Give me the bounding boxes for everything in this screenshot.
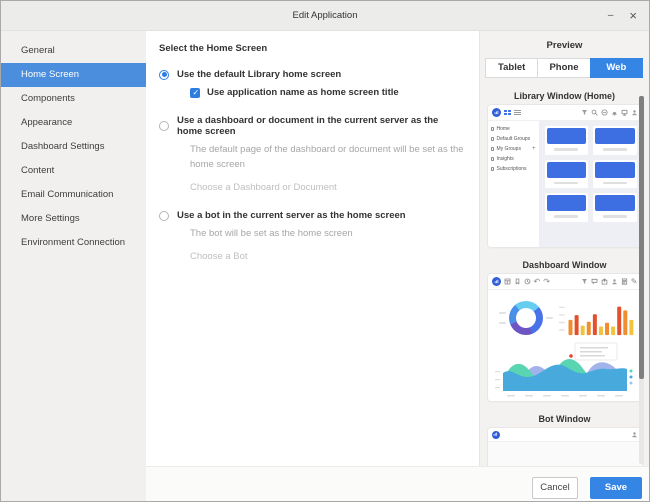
library-card [593,193,637,222]
library-window-label: Library Window (Home) [480,91,649,101]
checkbox-app-name-title[interactable] [190,88,200,98]
add-group-icon: + [532,146,536,152]
sidebar-item-home-screen[interactable]: Home Screen [1,63,146,87]
dashboard-toolbar: ↶ ↷ ✎ [488,274,642,290]
bot-window-label: Bot Window [480,414,649,424]
default-groups-icon [491,137,495,141]
minimize-icon[interactable]: – [608,11,614,21]
account-icon [601,109,608,116]
user-icon [611,278,618,285]
search-icon [591,109,598,116]
library-sidebar-subscriptions: Subscriptions [488,164,539,174]
table-icon [504,278,511,285]
library-sidebar-home: Home [488,124,539,134]
checkbox-app-name-title-label[interactable]: Use application name as home screen titl… [207,87,399,98]
settings-nav: General Home Screen Components Appearanc… [1,31,146,501]
close-icon[interactable]: × [629,9,637,22]
export-icon [601,278,608,285]
sidebar-item-appearance[interactable]: Appearance [1,111,146,135]
dashboard-logo [492,277,501,286]
sidebar-item-environment-connection[interactable]: Environment Connection [1,231,146,255]
library-card [593,126,637,155]
scrollbar-thumb[interactable] [639,96,644,379]
redo-icon: ↷ [543,278,550,285]
radio-bot-home[interactable] [159,211,169,221]
tab-phone[interactable]: Phone [537,58,590,78]
choose-bot-link[interactable]: Choose a Bot [190,251,465,262]
library-card [545,160,589,189]
my-groups-icon [491,147,495,151]
preview-panel: Preview Tablet Phone Web Library Window … [479,31,649,466]
list-view-icon [514,109,521,116]
save-button[interactable]: Save [590,477,642,499]
preview-title: Preview [480,40,649,51]
home-icon [491,127,495,131]
radio-bot-home-label[interactable]: Use a bot in the current server as the h… [177,210,406,221]
preview-scrollbar[interactable] [639,96,644,464]
comment-icon [591,278,598,285]
filter-icon [581,278,588,285]
tab-tablet[interactable]: Tablet [485,58,538,78]
library-sidebar-insights: Insights [488,154,539,164]
bar-chart [559,297,637,339]
radio-default-library-label[interactable]: Use the default Library home screen [177,69,341,80]
library-card [593,160,637,189]
tab-web[interactable]: Web [590,58,643,78]
library-card [545,126,589,155]
device-icon [621,109,628,116]
donut-chart [509,301,543,335]
library-card-grid [540,121,642,247]
device-tabs: Tablet Phone Web [485,58,643,78]
library-toolbar [488,105,642,121]
page-title: Select the Home Screen [159,43,465,54]
radio-default-library[interactable] [159,70,169,80]
choose-dashboard-link[interactable]: Choose a Dashboard or Document [190,182,465,193]
bookmark-icon [514,278,521,285]
history-icon [524,278,531,285]
bot-window-preview [488,428,642,466]
notifications-icon [611,109,618,116]
edit-icon: ✎ [631,278,638,285]
sidebar-item-email-communication[interactable]: Email Communication [1,183,146,207]
sidebar-item-content[interactable]: Content [1,159,146,183]
donut-chart-block [493,301,559,335]
area-chart [494,341,636,399]
radio-dashboard-home-label[interactable]: Use a dashboard or document in the curre… [177,115,465,137]
dialog-title: Edit Application [293,10,358,21]
grid-view-icon [504,109,511,116]
library-card [545,193,589,222]
dashboard-window-preview: ↶ ↷ ✎ [488,274,642,401]
sidebar-item-dashboard-settings[interactable]: Dashboard Settings [1,135,146,159]
insights-icon [491,157,495,161]
cancel-button[interactable]: Cancel [532,477,578,499]
library-sidebar-my-groups: My Groups+ [488,144,539,154]
bot-option-description: The bot will be set as the home screen [190,226,470,241]
titlebar: Edit Application – × [1,1,649,31]
dashboard-window-label: Dashboard Window [480,260,649,270]
radio-dashboard-home[interactable] [159,121,169,131]
library-sidebar-default-groups: Default Groups [488,134,539,144]
subscriptions-icon [491,167,495,171]
footer: Cancel Save [146,466,649,501]
sidebar-item-components[interactable]: Components [1,87,146,111]
user-icon [631,431,638,438]
undo-icon: ↶ [534,278,541,285]
notes-icon [621,278,628,285]
library-logo [492,108,501,117]
filter-icon [581,109,588,116]
library-window-preview: Home Default Groups My Groups+ Insights … [488,105,642,247]
bot-logo [492,431,500,439]
main-content: Select the Home Screen Use the default L… [146,31,479,466]
chart-tooltip [575,343,617,360]
dashboard-option-description: The default page of the dashboard or doc… [190,142,470,172]
edit-application-dialog: Edit Application – × General Home Screen… [0,0,650,502]
user-icon [631,109,638,116]
sidebar-item-general[interactable]: General [1,39,146,63]
library-mini-sidebar: Home Default Groups My Groups+ Insights … [488,121,540,247]
sidebar-item-more-settings[interactable]: More Settings [1,207,146,231]
bot-toolbar [488,428,642,442]
